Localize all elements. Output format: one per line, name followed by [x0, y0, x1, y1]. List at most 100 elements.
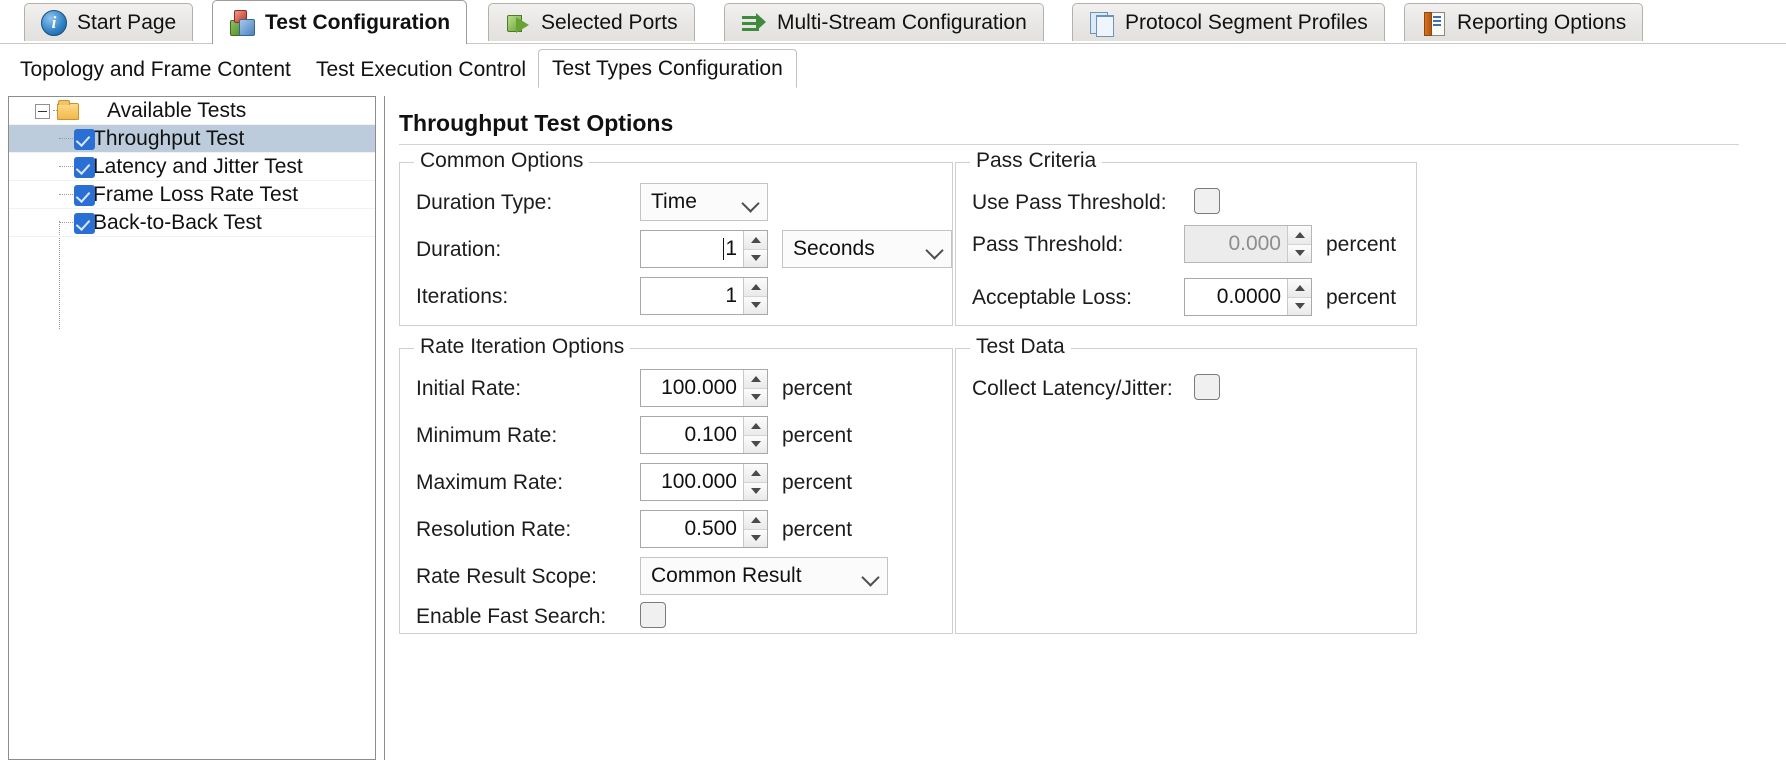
stepper-down-icon[interactable] — [744, 295, 767, 314]
stepper-down-icon[interactable] — [1288, 296, 1311, 315]
acceptable-loss-input[interactable]: 0.0000 — [1184, 278, 1312, 316]
tree-node-latency-and-jitter-test[interactable]: Latency and Jitter Test — [9, 153, 375, 181]
tree-connector-dash — [59, 222, 73, 223]
label-collect-latency-jitter: Collect Latency/Jitter: — [972, 377, 1173, 400]
acceptable-loss-value: 0.0000 — [1216, 285, 1281, 308]
checkbox-checked-icon[interactable] — [74, 129, 95, 150]
sub-tab-bar: Topology and Frame Content Test Executio… — [0, 44, 1786, 88]
tree-node-label: Latency and Jitter Test — [93, 154, 303, 178]
minimum-rate-stepper[interactable] — [743, 417, 767, 453]
duration-value: 1 — [641, 231, 743, 267]
group-legend: Common Options — [414, 149, 590, 173]
tree-connector-dash — [59, 194, 73, 195]
minimum-rate-input[interactable]: 0.100 — [640, 416, 768, 454]
subtab-test-types-configuration[interactable]: Test Types Configuration — [538, 49, 797, 88]
label-acceptable-loss: Acceptable Loss: — [972, 286, 1132, 309]
iterations-value: 1 — [725, 284, 737, 307]
stepper-down-icon[interactable] — [744, 387, 767, 406]
unit-initial-rate: percent — [782, 377, 853, 400]
label-iterations: Iterations: — [416, 285, 509, 308]
collapse-minus-icon[interactable] — [35, 104, 50, 119]
pass-threshold-value: 0.000 — [1228, 232, 1281, 255]
label-use-pass-threshold: Use Pass Threshold: — [972, 191, 1167, 214]
enable-fast-search-checkbox[interactable] — [640, 602, 666, 628]
acceptable-loss-stepper[interactable] — [1287, 279, 1311, 315]
tree-node-label: Throughput Test — [93, 126, 245, 150]
cubes-icon — [229, 9, 255, 36]
subtab-underline — [0, 87, 1786, 88]
tree-node-throughput-test[interactable]: Throughput Test — [9, 125, 375, 153]
report-icon — [1421, 10, 1447, 36]
tree-connector-dash — [59, 138, 73, 139]
stepper-down-icon[interactable] — [744, 528, 767, 547]
rate-result-scope-select[interactable]: Common Result — [640, 557, 888, 595]
stepper-up-icon[interactable] — [744, 417, 767, 435]
stepper-down-icon[interactable] — [1288, 243, 1311, 262]
tree-node-label: Frame Loss Rate Test — [93, 182, 299, 206]
tree-node-label: Available Tests — [107, 98, 247, 122]
subtab-topology-and-frame-content[interactable]: Topology and Frame Content — [6, 52, 305, 88]
tab-label: Reporting Options — [1457, 11, 1627, 34]
subtab-label: Topology and Frame Content — [20, 58, 291, 81]
chevron-down-icon — [741, 192, 761, 212]
text-caret — [723, 238, 725, 260]
iterations-input[interactable]: 1 — [640, 277, 768, 315]
group-legend: Rate Iteration Options — [414, 335, 631, 359]
duration-stepper[interactable] — [743, 231, 767, 267]
stepper-up-icon[interactable] — [744, 231, 767, 249]
use-pass-threshold-checkbox[interactable] — [1194, 188, 1220, 214]
duration-type-value: Time — [651, 190, 697, 213]
tree-node-available-tests[interactable]: Available Tests — [9, 97, 375, 125]
initial-rate-stepper[interactable] — [743, 370, 767, 406]
checkbox-checked-icon[interactable] — [74, 213, 95, 234]
pass-threshold-input[interactable]: 0.000 — [1184, 225, 1312, 263]
pass-threshold-stepper[interactable] — [1287, 226, 1311, 262]
tree-node-back-to-back-test[interactable]: Back-to-Back Test — [9, 209, 375, 237]
collect-latency-jitter-checkbox[interactable] — [1194, 374, 1220, 400]
stepper-up-icon[interactable] — [744, 370, 767, 388]
unit-minimum-rate: percent — [782, 424, 853, 447]
label-pass-threshold: Pass Threshold: — [972, 233, 1124, 256]
ports-icon — [505, 10, 531, 36]
tab-selected-ports[interactable]: Selected Ports — [488, 3, 695, 41]
stepper-up-icon[interactable] — [744, 464, 767, 482]
tab-start-page[interactable]: Start Page — [24, 3, 194, 41]
stepper-up-icon[interactable] — [1288, 279, 1311, 297]
label-resolution-rate: Resolution Rate: — [416, 518, 572, 541]
tree-node-frame-loss-rate-test[interactable]: Frame Loss Rate Test — [9, 181, 375, 209]
stepper-down-icon[interactable] — [744, 481, 767, 500]
tab-reporting-options[interactable]: Reporting Options — [1404, 3, 1644, 41]
subtab-label: Test Execution Control — [316, 58, 527, 81]
resolution-rate-stepper[interactable] — [743, 511, 767, 547]
main-tab-bar: Start Page Test Configuration Selected P… — [0, 0, 1786, 44]
maximum-rate-stepper[interactable] — [743, 464, 767, 500]
group-legend: Pass Criteria — [970, 149, 1103, 173]
tab-label: Protocol Segment Profiles — [1125, 11, 1368, 34]
duration-input[interactable]: 1 — [640, 230, 768, 268]
stepper-down-icon[interactable] — [744, 248, 767, 267]
label-maximum-rate: Maximum Rate: — [416, 471, 564, 494]
title-divider — [399, 144, 1739, 145]
iterations-stepper[interactable] — [743, 278, 767, 314]
stepper-up-icon[interactable] — [744, 511, 767, 529]
stream-icon — [741, 10, 767, 36]
unit-maximum-rate: percent — [782, 471, 853, 494]
rate-result-scope-value: Common Result — [651, 564, 802, 587]
tab-multi-stream-configuration[interactable]: Multi-Stream Configuration — [724, 3, 1044, 41]
maximum-rate-input[interactable]: 100.000 — [640, 463, 768, 501]
stepper-up-icon[interactable] — [1288, 226, 1311, 244]
resolution-rate-input[interactable]: 0.500 — [640, 510, 768, 548]
checkbox-checked-icon[interactable] — [74, 157, 95, 178]
checkbox-checked-icon[interactable] — [74, 185, 95, 206]
stepper-up-icon[interactable] — [744, 278, 767, 296]
duration-unit-select[interactable]: Seconds — [782, 230, 952, 268]
minimum-rate-value: 0.100 — [684, 423, 737, 446]
duration-type-select[interactable]: Time — [640, 183, 768, 221]
tab-label: Selected Ports — [541, 11, 678, 34]
tab-protocol-segment-profiles[interactable]: Protocol Segment Profiles — [1072, 3, 1385, 41]
stepper-down-icon[interactable] — [744, 434, 767, 453]
initial-rate-input[interactable]: 100.000 — [640, 369, 768, 407]
subtab-test-execution-control[interactable]: Test Execution Control — [302, 52, 541, 88]
tab-test-configuration[interactable]: Test Configuration — [212, 0, 468, 44]
available-tests-tree[interactable]: Available Tests Throughput Test Latency … — [8, 96, 376, 760]
